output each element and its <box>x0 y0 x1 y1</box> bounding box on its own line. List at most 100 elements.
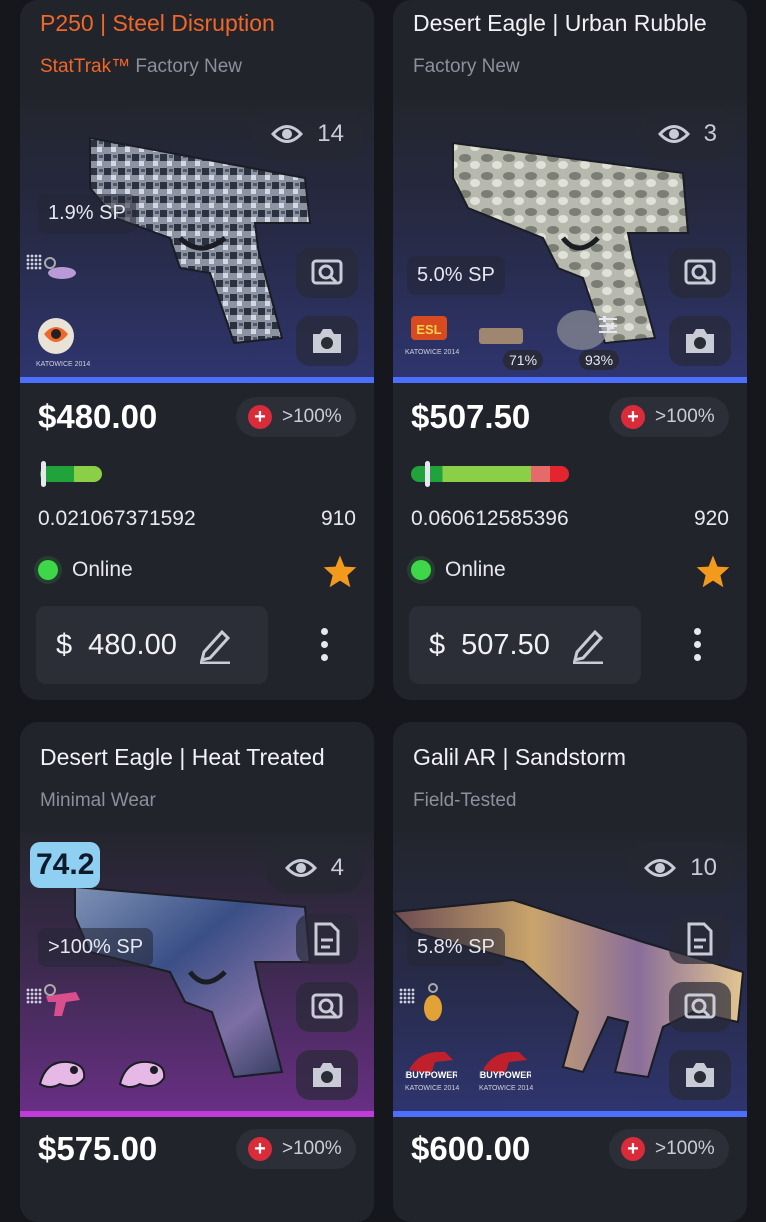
views-count: 10 <box>690 854 717 881</box>
item-wear: Field-Tested <box>413 790 517 811</box>
price-percentage[interactable]: + >100% <box>236 397 356 437</box>
details-button[interactable] <box>669 914 731 964</box>
plus-icon: + <box>248 405 272 429</box>
keychain-charm <box>44 984 80 1016</box>
plus-icon: + <box>621 405 645 429</box>
keychain-charm <box>44 257 76 279</box>
sticker-event-label: KATOWICE 2014 <box>405 1085 460 1092</box>
screenshot-button[interactable] <box>296 1050 358 1100</box>
camera-icon <box>686 1063 714 1087</box>
star-icon[interactable] <box>322 554 358 588</box>
svg-text:iBUYPOWER: iBUYPOWER <box>405 1070 457 1080</box>
eye-icon <box>644 859 677 877</box>
rarity-bar <box>393 377 747 383</box>
views-pill[interactable]: 4 <box>264 842 364 894</box>
stattrak-label: StatTrak™ <box>40 56 131 77</box>
item-title: Galil AR | Sandstorm <box>413 744 627 770</box>
float-tag: 74.2 <box>30 842 101 888</box>
price-percentage[interactable]: + >100% <box>236 1129 356 1169</box>
camera-icon <box>313 1063 341 1087</box>
price-input-value[interactable]: 507.50 <box>461 629 553 662</box>
item-image[interactable]: 10 5.8% SP iBUYPOWER KATOWICE 2014 iBUYP… <box>393 832 747 1117</box>
inspect-icon <box>311 259 343 285</box>
keychain-grip-icon <box>399 988 415 1004</box>
float-row: 0.021067371592 910 <box>38 507 356 531</box>
item-image[interactable]: 74.2 4 >100% SP <box>20 832 374 1117</box>
document-icon <box>687 922 713 956</box>
sliders-icon[interactable] <box>597 314 619 334</box>
keychain-charm <box>424 983 442 1021</box>
online-dot-icon <box>411 560 431 580</box>
dignitas-sticker <box>38 318 74 354</box>
float-bar <box>411 461 569 487</box>
percentage-value: >100% <box>282 1138 342 1159</box>
item-image[interactable]: 3 5.0% SP ESL KATOWICE 2014 71% 93% <box>393 98 747 383</box>
item-card-p250[interactable]: P250 | Steel Disruption StatTrak™ Factor… <box>20 0 374 700</box>
item-wear: StatTrak™ Factory New <box>40 56 242 78</box>
currency-symbol: $ <box>56 628 73 661</box>
camera-icon <box>686 329 714 353</box>
price-percentage[interactable]: + >100% <box>609 397 729 437</box>
sticker-event-label: KATOWICE 2014 <box>36 361 91 368</box>
float-value: 0.021067371592 <box>38 507 196 530</box>
item-card-deagle-urban[interactable]: Desert Eagle | Urban Rubble Factory New … <box>393 0 747 700</box>
price-input[interactable]: $ 480.00 <box>36 606 268 684</box>
views-pill[interactable]: 3 <box>637 108 737 160</box>
pattern-index: 920 <box>693 507 729 530</box>
pattern-index: 910 <box>320 507 356 530</box>
sticker-chameleon-1 <box>38 1060 86 1088</box>
pencil-icon[interactable] <box>571 626 605 664</box>
screenshot-button[interactable] <box>669 1050 731 1100</box>
item-price: $480.00 <box>38 398 158 435</box>
inspect-icon <box>311 993 343 1019</box>
float-bar <box>40 461 102 487</box>
sticker-wear-1: 71% <box>503 350 544 370</box>
percentage-value: >100% <box>655 1138 715 1159</box>
inspect-button[interactable] <box>296 982 358 1032</box>
item-image[interactable]: 14 1.9% SP KATOWICE 2014 <box>20 98 374 383</box>
details-button[interactable] <box>296 914 358 964</box>
screenshot-button[interactable] <box>296 316 358 366</box>
camera-icon <box>313 329 341 353</box>
more-options-button[interactable] <box>694 628 701 661</box>
sticker-chameleon-2 <box>118 1060 166 1088</box>
price-input[interactable]: $ 507.50 <box>409 606 641 684</box>
views-count: 14 <box>317 120 344 147</box>
eye-icon <box>271 125 304 143</box>
sticker-price-label: 5.8% SP <box>407 928 505 967</box>
pencil-icon[interactable] <box>198 626 232 664</box>
plus-icon: + <box>248 1137 272 1161</box>
item-title: Desert Eagle | Urban Rubble <box>413 10 707 36</box>
float-row: 0.060612585396 920 <box>411 507 729 531</box>
wear-label: Factory New <box>135 56 243 77</box>
inspect-button[interactable] <box>669 248 731 298</box>
views-count: 4 <box>330 854 344 881</box>
views-pill[interactable]: 10 <box>624 842 737 894</box>
seller-status: Online <box>411 558 506 582</box>
inspect-button[interactable] <box>296 248 358 298</box>
inspect-icon <box>684 993 716 1019</box>
float-value: 0.060612585396 <box>411 507 569 530</box>
price-input-value[interactable]: 480.00 <box>88 629 180 662</box>
rarity-bar <box>20 1111 374 1117</box>
views-pill[interactable]: 14 <box>251 108 364 160</box>
screenshot-button[interactable] <box>669 316 731 366</box>
sticker-ibp-2: iBUYPOWER KATOWICE 2014 <box>477 1046 539 1092</box>
inspect-button[interactable] <box>669 982 731 1032</box>
currency-symbol: $ <box>429 628 446 661</box>
ibuypower-sticker: iBUYPOWER <box>403 1051 459 1080</box>
rarity-bar <box>20 377 374 383</box>
item-wear: Minimal Wear <box>40 790 156 811</box>
views-count: 3 <box>703 120 717 147</box>
price-percentage[interactable]: + >100% <box>609 1129 729 1169</box>
sticker-price-label: 1.9% SP <box>38 194 136 233</box>
float-marker <box>41 461 46 487</box>
float-marker <box>425 461 430 487</box>
item-title: Desert Eagle | Heat Treated <box>40 744 325 770</box>
item-card-galil[interactable]: Galil AR | Sandstorm Field-Tested 10 5.8… <box>393 722 747 1222</box>
more-options-button[interactable] <box>321 628 328 661</box>
item-card-deagle-heat[interactable]: Desert Eagle | Heat Treated Minimal Wear… <box>20 722 374 1222</box>
status-label: Online <box>445 558 506 581</box>
eye-icon <box>657 125 690 143</box>
star-icon[interactable] <box>695 554 731 588</box>
